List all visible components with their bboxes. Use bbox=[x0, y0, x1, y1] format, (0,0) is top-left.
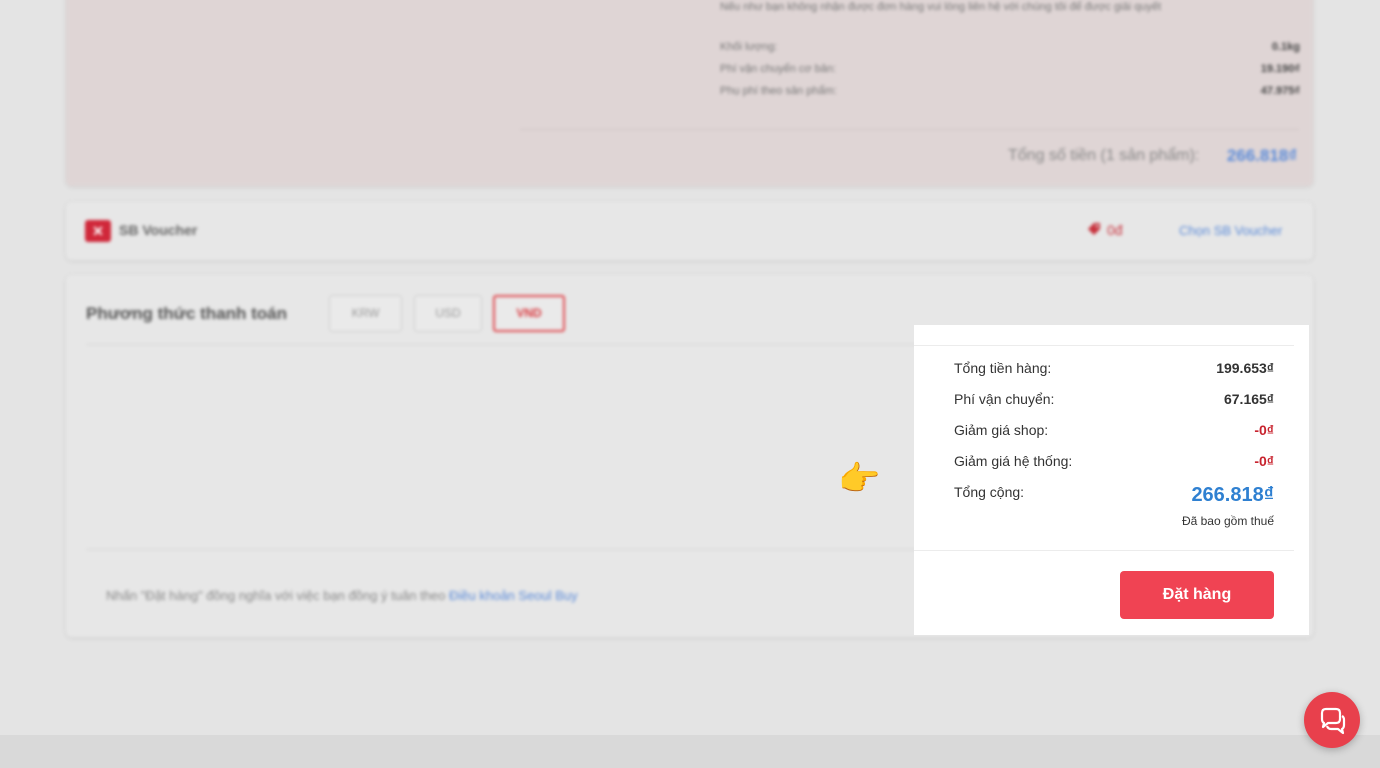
fee-label: Khối lượng: bbox=[720, 41, 778, 53]
summary-row-shipping: Phí vận chuyển: 67.165₫ bbox=[954, 391, 1274, 407]
shop-order-card: Nếu như bạn không nhận được đơn hàng vui… bbox=[66, 0, 1313, 186]
voucher-icon: ✕ bbox=[85, 220, 111, 242]
pointing-hand-icon: 👉 bbox=[838, 460, 881, 498]
summary-value: -0₫ bbox=[1254, 453, 1274, 469]
shop-divider bbox=[520, 129, 1299, 130]
fee-row-weight: Khối lượng: 0.1kg bbox=[720, 41, 1300, 53]
summary-top-divider bbox=[914, 345, 1294, 346]
summary-label: Giảm giá hệ thống: bbox=[954, 453, 1073, 469]
summary-value: 67.165₫ bbox=[1223, 391, 1274, 407]
summary-total-label: Tổng cộng: bbox=[954, 484, 1025, 500]
choose-voucher-link[interactable]: Chọn SB Voucher bbox=[1179, 223, 1282, 238]
summary-value: 199.653₫ bbox=[1216, 360, 1274, 376]
payment-option-usd[interactable]: USD bbox=[414, 295, 482, 332]
summary-value: -0₫ bbox=[1254, 422, 1274, 438]
summary-row-system-discount: Giảm giá hệ thống: -0₫ bbox=[954, 453, 1274, 469]
payment-option-vnd[interactable]: VND bbox=[493, 295, 565, 332]
fee-value: 0.1kg bbox=[1271, 41, 1300, 53]
summary-label: Giảm giá shop: bbox=[954, 422, 1049, 438]
payment-method-title: Phương thức thanh toán bbox=[86, 304, 288, 323]
chat-icon bbox=[1320, 707, 1346, 735]
terms-text: Nhấn "Đặt hàng" đồng nghĩa với việc bạn … bbox=[106, 588, 578, 603]
grand-total-value: 266.818₫ bbox=[1191, 484, 1274, 506]
terms-prefix: Nhấn "Đặt hàng" đồng nghĩa với việc bạn … bbox=[106, 588, 446, 603]
tax-note: Đã bao gồm thuế bbox=[1181, 514, 1274, 528]
fee-row-basic-shipping: Phí vận chuyển cơ bản: 19.190₫ bbox=[720, 63, 1300, 75]
payment-option-krw[interactable]: KRW bbox=[329, 295, 402, 332]
chat-button[interactable] bbox=[1304, 692, 1360, 748]
summary-row-shop-discount: Giảm giá shop: -0₫ bbox=[954, 422, 1274, 438]
fee-value: 47.975₫ bbox=[1260, 85, 1300, 97]
summary-bottom-divider bbox=[914, 550, 1294, 551]
footer-strip bbox=[0, 735, 1380, 768]
summary-label: Tổng tiền hàng: bbox=[954, 360, 1052, 376]
voucher-amount: 0đ bbox=[1107, 222, 1123, 238]
shop-total-value: 266.818₫ bbox=[1226, 146, 1297, 165]
fee-label: Phí vận chuyển cơ bản: bbox=[720, 63, 837, 75]
fee-value: 19.190₫ bbox=[1260, 63, 1300, 75]
fee-label: Phụ phí theo sản phẩm: bbox=[720, 85, 837, 97]
summary-label: Phí vận chuyển: bbox=[954, 391, 1055, 407]
order-summary-panel: Tổng tiền hàng: 199.653₫ Phí vận chuyển:… bbox=[914, 325, 1309, 635]
fee-row-product-surcharge: Phụ phí theo sản phẩm: 47.975₫ bbox=[720, 85, 1300, 97]
summary-row-subtotal: Tổng tiền hàng: 199.653₫ bbox=[954, 360, 1274, 376]
delivery-note: Nếu như bạn không nhận được đơn hàng vui… bbox=[720, 1, 1162, 13]
tag-icon bbox=[1086, 221, 1102, 240]
place-order-button[interactable]: Đặt hàng bbox=[1120, 571, 1274, 619]
shop-total-label: Tổng số tiền (1 sản phẩm): bbox=[1008, 147, 1200, 164]
voucher-card: ✕ SB Voucher 0đ Chọn SB Voucher bbox=[66, 202, 1313, 260]
voucher-label: SB Voucher bbox=[119, 222, 198, 238]
terms-link[interactable]: Điều khoản Seoul Buy bbox=[449, 588, 578, 603]
